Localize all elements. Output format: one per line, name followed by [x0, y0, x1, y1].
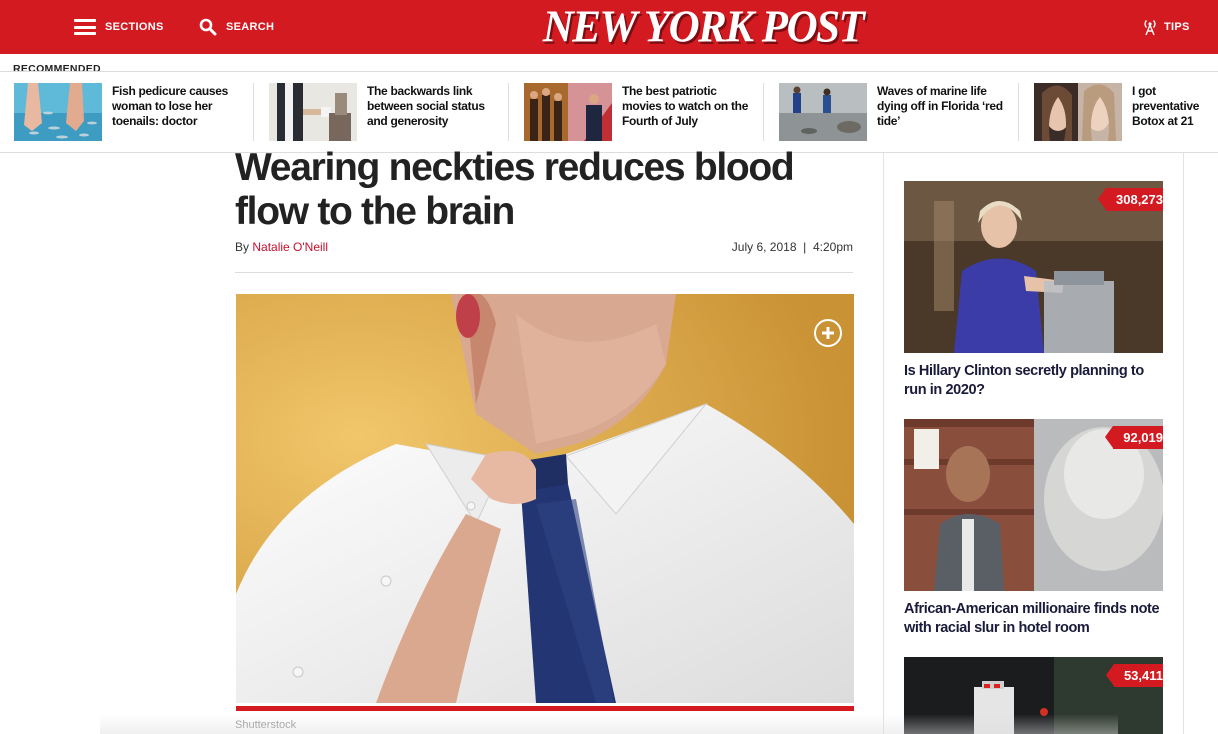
recommended-thumbnail	[524, 83, 612, 141]
sidebar-border	[883, 153, 884, 734]
tips-button[interactable]: TIPS	[1142, 0, 1190, 54]
view-count-badge: 53,411	[1105, 664, 1163, 687]
recommended-title: I got preventative Botox at 21	[1132, 84, 1200, 128]
recommended-item[interactable]: Waves of marine life dying off in Florid…	[779, 83, 1019, 141]
recommended-title: The best patriotic movies to watch on th…	[622, 84, 749, 128]
logo-text: NEW YORK POST	[542, 2, 865, 52]
sections-label: SECTIONS	[105, 21, 164, 33]
hero-image[interactable]	[236, 294, 854, 703]
sidebar-border	[1183, 153, 1184, 734]
recommended-item[interactable]: The best patriotic movies to watch on th…	[524, 83, 764, 141]
author-link[interactable]: Natalie O'Neill	[252, 240, 328, 254]
trending-title: Is Hillary Clinton secretly planning to …	[904, 363, 1144, 398]
dateline: July 6, 2018 | 4:20pm	[620, 240, 853, 254]
tips-label: TIPS	[1164, 21, 1190, 33]
tips-antenna-icon	[1144, 20, 1156, 36]
sections-button[interactable]: SECTIONS	[74, 0, 164, 54]
trending-image: 92,019	[904, 419, 1163, 591]
recommended-thumbnail	[779, 83, 867, 141]
divider	[1018, 83, 1019, 141]
trending-image: 308,273	[904, 181, 1163, 353]
recommended-title: Fish pedicure causes woman to lose her t…	[112, 84, 229, 128]
top-bar: SECTIONS SEARCH NEW YORK POST TIPS	[0, 0, 1218, 54]
expand-plus-icon	[822, 327, 834, 339]
divider	[763, 83, 764, 141]
recommended-thumbnail	[1034, 83, 1122, 141]
recommended-title: Waves of marine life dying off in Florid…	[877, 84, 1003, 128]
site-logo[interactable]: NEW YORK POST	[543, 2, 865, 52]
search-label: SEARCH	[226, 21, 275, 33]
date-separator: |	[803, 240, 807, 254]
byline-prefix: By	[235, 240, 250, 254]
hamburger-icon	[74, 19, 96, 35]
publish-time: 4:20pm	[812, 240, 853, 254]
trending-title: African-American millionaire finds note …	[904, 601, 1160, 636]
divider	[235, 272, 853, 273]
recommended-title: The backwards link between social status…	[367, 84, 485, 128]
view-count-badge: 92,019	[1105, 426, 1163, 449]
publish-date: July 6, 2018	[731, 240, 797, 254]
byline: By Natalie O'Neill	[235, 240, 328, 254]
recommended-thumbnail	[269, 83, 357, 141]
recommended-item[interactable]: Fish pedicure causes woman to lose her t…	[14, 83, 254, 141]
divider	[508, 83, 509, 141]
recommended-item[interactable]: The backwards link between social status…	[269, 83, 509, 141]
recommended-strip: Fish pedicure causes woman to lose her t…	[0, 71, 1218, 153]
expand-image-button[interactable]	[814, 319, 842, 347]
image-accent-bar	[236, 706, 854, 711]
view-count-badge: 308,273	[1098, 188, 1163, 211]
recommended-item[interactable]: I got preventative Botox at 21	[1034, 83, 1218, 141]
search-button[interactable]: SEARCH	[199, 0, 274, 54]
recommended-thumbnail	[14, 83, 102, 141]
article-headline: Wearing neckties reduces blood flow to t…	[235, 146, 795, 233]
trending-image: 53,411	[904, 657, 1163, 734]
divider	[253, 83, 254, 141]
image-credit: Shutterstock	[235, 719, 297, 731]
recommended-label: RECOMMENDED	[13, 63, 101, 75]
search-icon	[199, 18, 217, 36]
